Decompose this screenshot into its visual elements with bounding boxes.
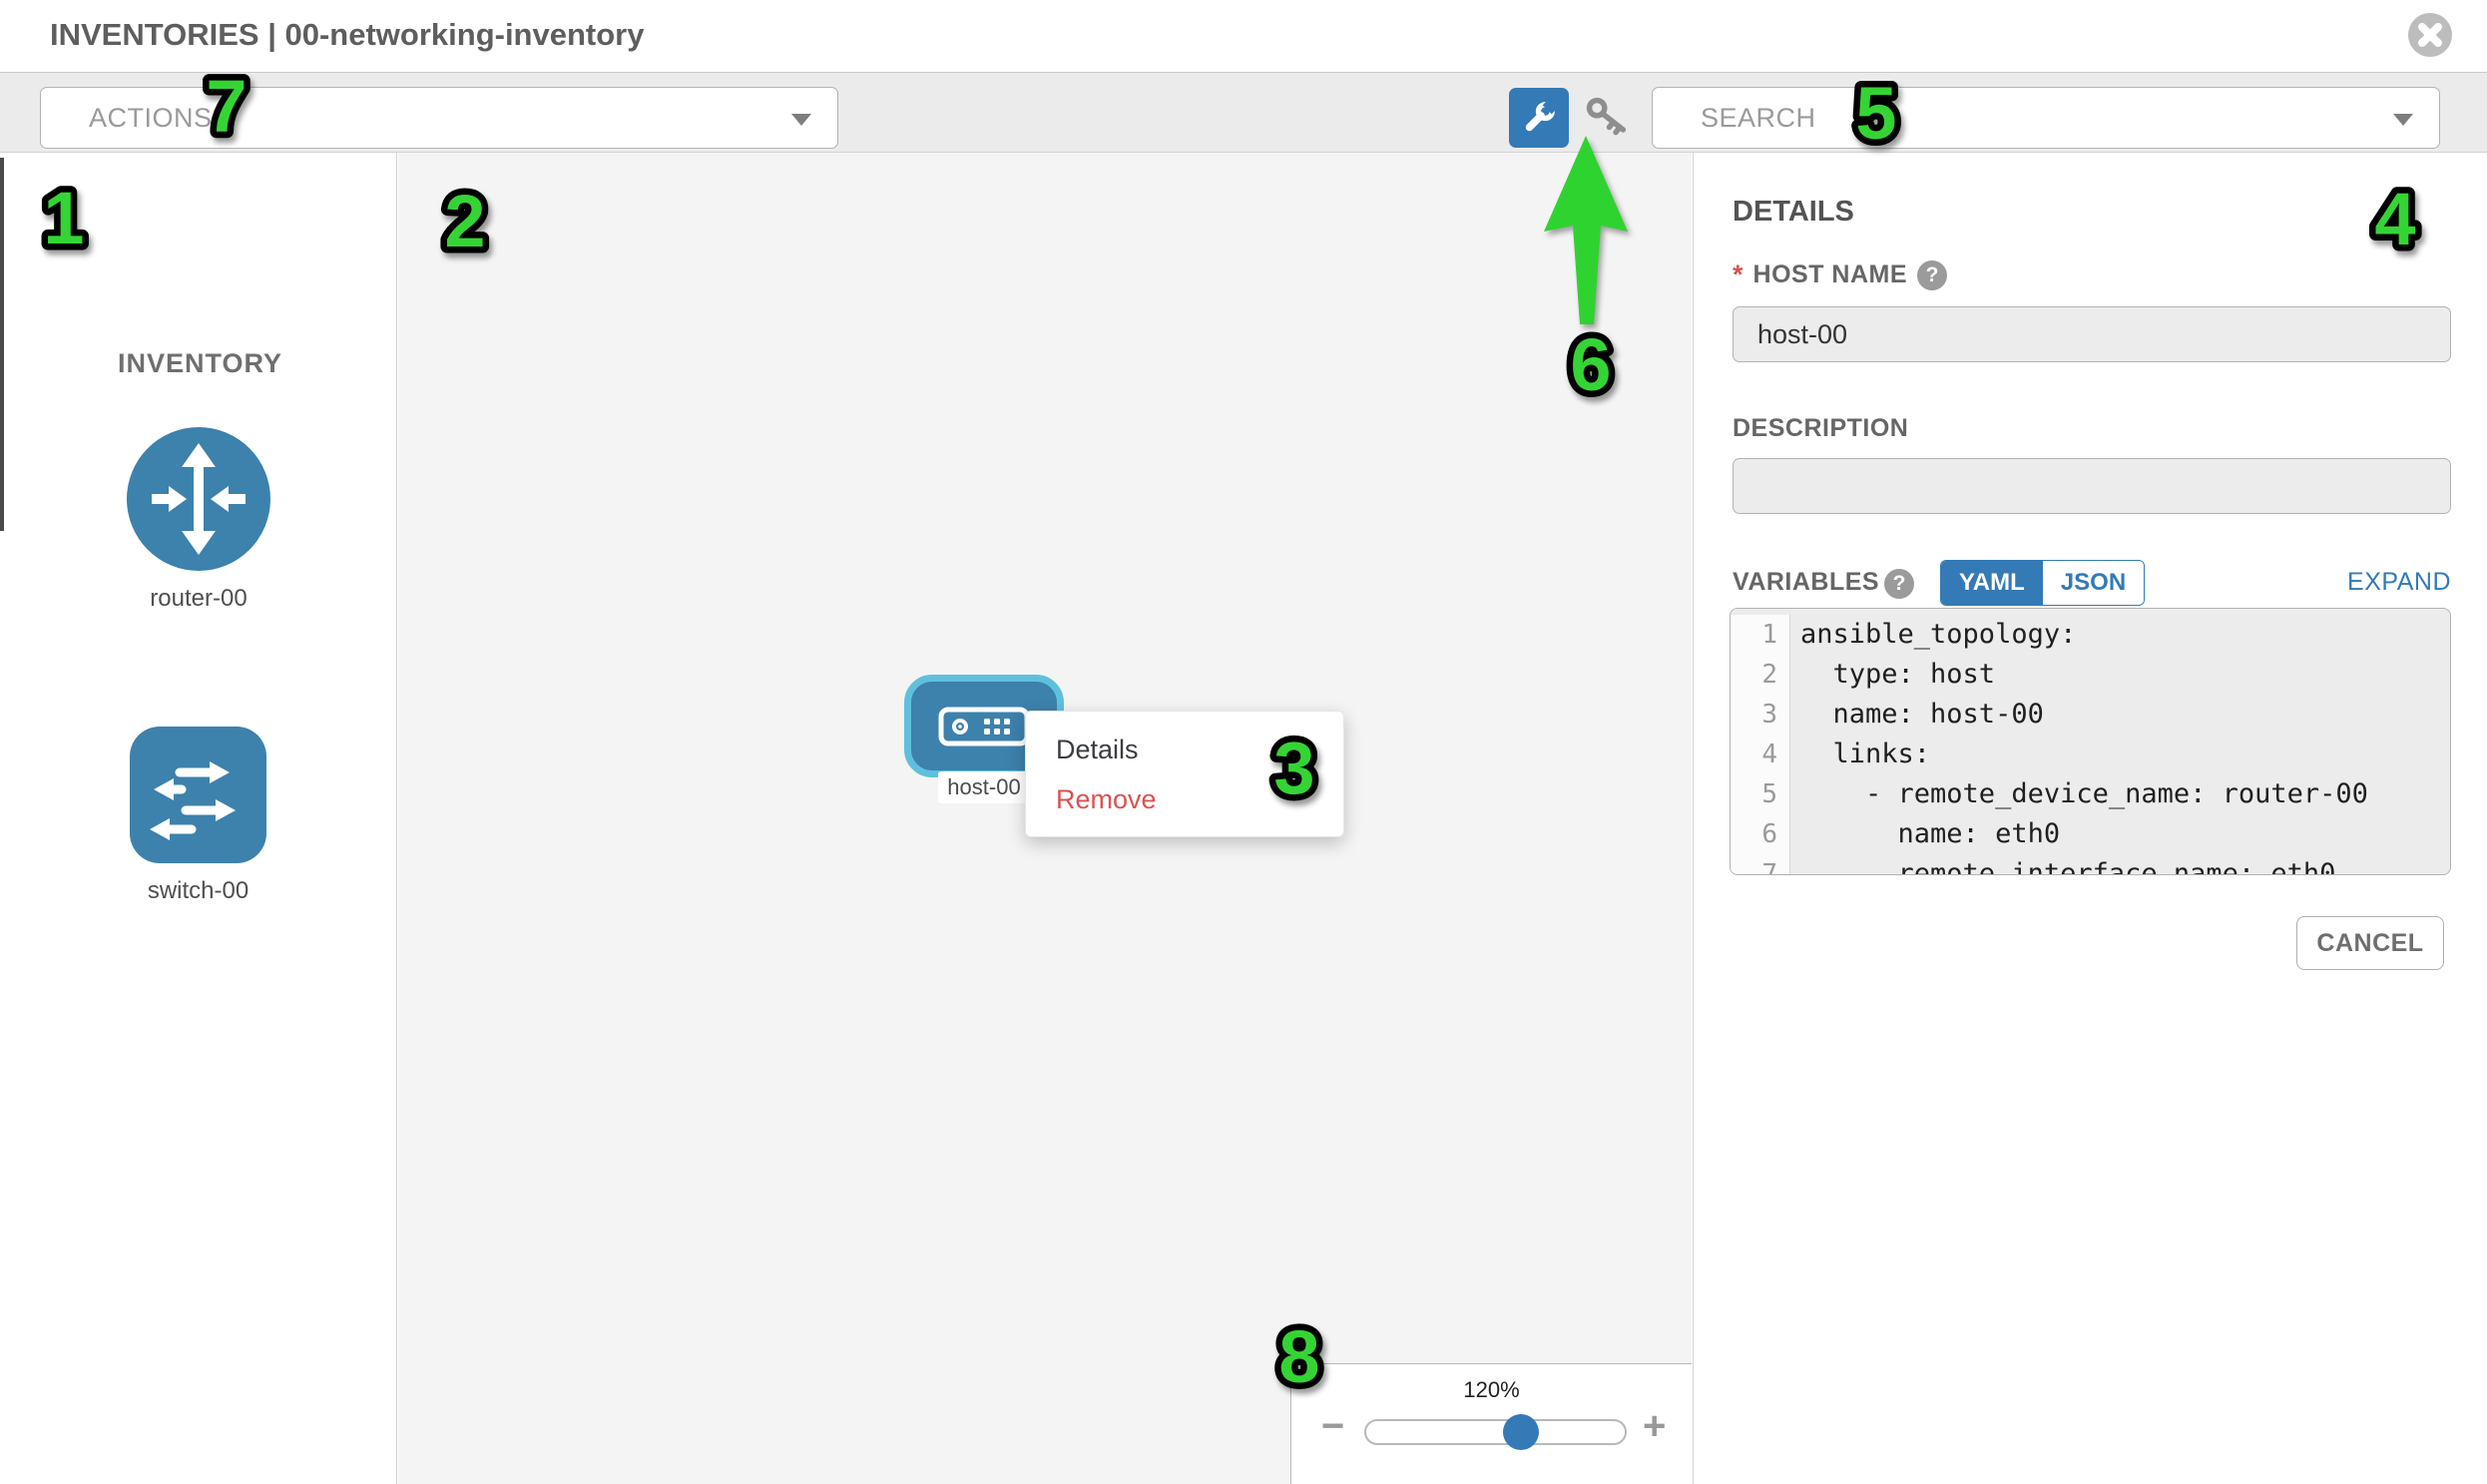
toolbar-wrench-button[interactable]: [1509, 88, 1569, 148]
device-label: switch-00: [130, 877, 266, 905]
line-text: type: host: [1790, 655, 2450, 695]
host-name-input[interactable]: [1733, 306, 2451, 362]
context-menu-details[interactable]: Details: [1056, 726, 1139, 773]
code-line: 2 type: host: [1731, 655, 2450, 695]
search-dropdown-label: SEARCH: [1701, 103, 1816, 134]
wrench-icon: [1521, 100, 1557, 136]
sidebar-device-switch[interactable]: switch-00: [130, 727, 266, 905]
expand-link[interactable]: EXPAND: [2347, 568, 2451, 597]
sidebar-device-router[interactable]: router-00: [127, 427, 270, 613]
search-dropdown[interactable]: SEARCH: [1652, 87, 2440, 149]
host-name-label: HOST NAME: [1753, 260, 1908, 289]
code-line: 7 remote_interface_name: eth0: [1731, 854, 2450, 875]
details-panel-title: DETAILS: [1733, 196, 1854, 229]
variables-label: VARIABLES: [1733, 568, 1879, 597]
line-number: 7: [1731, 854, 1790, 875]
router-icon: [127, 427, 270, 571]
required-marker: *: [1733, 259, 1743, 290]
variables-format-toggle: YAML JSON: [1940, 560, 2145, 606]
page-title: INVENTORIES | 00-networking-inventory: [50, 17, 644, 53]
switch-icon: [130, 727, 266, 863]
toolbar-key-button[interactable]: [1583, 94, 1631, 142]
line-text: name: eth0: [1790, 814, 2450, 854]
line-text: - remote_device_name: router-00: [1790, 774, 2450, 814]
code-line: 4 links:: [1731, 735, 2450, 774]
actions-dropdown-label: ACTIONS: [89, 103, 213, 134]
host-icon: [938, 704, 1030, 749]
json-toggle-button[interactable]: JSON: [2043, 561, 2144, 605]
line-number: 5: [1731, 774, 1790, 814]
inventory-sidebar: INVENTORY router-00: [0, 153, 397, 1484]
code-line: 5 - remote_device_name: router-00: [1731, 774, 2450, 814]
context-menu-remove[interactable]: Remove: [1056, 775, 1157, 823]
line-number: 3: [1731, 695, 1790, 735]
zoom-out-button[interactable]: −: [1321, 1404, 1344, 1448]
header: INVENTORIES | 00-networking-inventory: [0, 0, 2487, 72]
details-panel: DETAILS * HOST NAME ? DESCRIPTION VARIAB…: [1693, 153, 2487, 1484]
line-text: name: host-00: [1790, 695, 2450, 735]
host-name-label-row: * HOST NAME ?: [1733, 259, 1947, 290]
zoom-slider-track[interactable]: [1364, 1419, 1627, 1445]
node-context-menu: Details Remove: [1025, 711, 1344, 837]
code-line: 1 ansible_topology:: [1731, 615, 2450, 655]
line-number: 2: [1731, 655, 1790, 695]
zoom-slider-thumb[interactable]: [1503, 1414, 1539, 1450]
zoom-in-button[interactable]: +: [1643, 1404, 1666, 1448]
yaml-toggle-button[interactable]: YAML: [1941, 561, 2043, 605]
key-icon: [1583, 94, 1631, 142]
line-number: 6: [1731, 814, 1790, 854]
description-label: DESCRIPTION: [1733, 414, 1908, 443]
inventory-topology-app: INVENTORIES | 00-networking-inventory AC…: [0, 0, 2487, 1484]
variables-row: VARIABLES ? YAML JSON EXPAND: [1733, 560, 2451, 608]
inventory-sidebar-title: INVENTORY: [118, 348, 282, 379]
description-label-row: DESCRIPTION: [1733, 414, 1908, 443]
code-line: 3 name: host-00: [1731, 695, 2450, 735]
toolbar: ACTIONS SEARCH: [0, 72, 2487, 153]
caret-down-icon: [791, 114, 811, 126]
left-edge-scroll-line: [0, 158, 4, 531]
actions-dropdown[interactable]: ACTIONS: [40, 87, 838, 149]
caret-down-icon: [2393, 114, 2413, 126]
variables-code-editor[interactable]: 1 ansible_topology: 2 type: host 3 name:…: [1730, 608, 2451, 875]
zoom-percentage: 120%: [1291, 1377, 1692, 1403]
code-line: 6 name: eth0: [1731, 814, 2450, 854]
topology-canvas[interactable]: host-00 Details Remove 120% − +: [398, 153, 1692, 1484]
question-circle-icon[interactable]: ?: [1884, 569, 1914, 599]
cancel-button[interactable]: CANCEL: [2296, 916, 2444, 970]
line-number: 1: [1731, 615, 1790, 655]
line-text: links:: [1790, 735, 2450, 774]
line-text: remote_interface_name: eth0: [1790, 854, 2450, 875]
zoom-control: 120% − +: [1290, 1363, 1692, 1484]
close-icon[interactable]: [2407, 12, 2453, 58]
line-number: 4: [1731, 735, 1790, 774]
device-label: router-00: [127, 585, 270, 613]
description-input[interactable]: [1733, 458, 2451, 514]
question-circle-icon[interactable]: ?: [1917, 260, 1947, 290]
line-text: ansible_topology:: [1790, 615, 2450, 655]
